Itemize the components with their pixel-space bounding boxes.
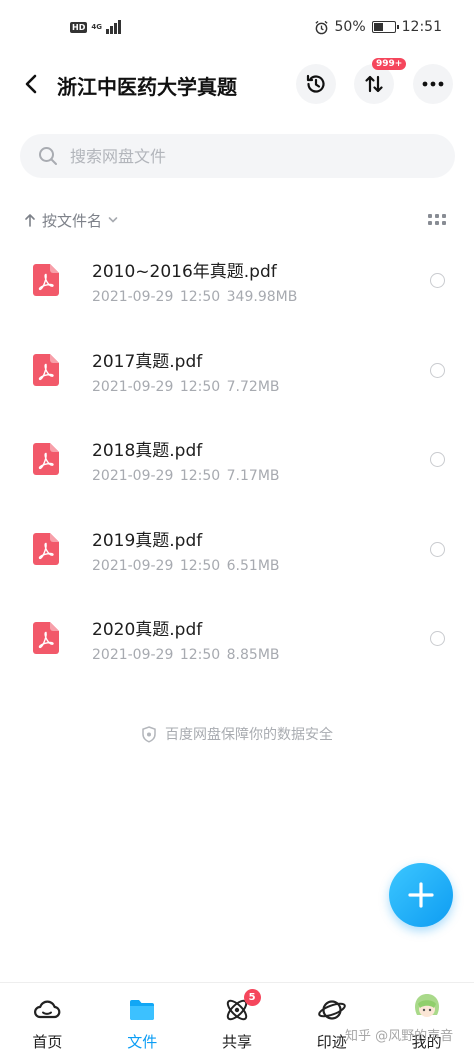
file-size: 349.98MB: [226, 289, 298, 305]
signal-icon: [105, 20, 121, 34]
file-date: 2021-09-29: [92, 647, 174, 663]
share-badge: 5: [243, 989, 261, 1006]
select-checkbox[interactable]: [430, 452, 445, 467]
file-size: 6.51MB: [226, 557, 280, 574]
transfer-count-badge: 999+: [372, 58, 407, 70]
sort-bar: 按文件名: [24, 206, 450, 234]
file-time: 12:50: [179, 468, 221, 484]
file-time: 12:50: [179, 378, 221, 395]
pdf-file-icon: [33, 264, 59, 296]
file-row[interactable]: 2010~2016年真题.pdf 2021-09-29 12:50 349.98…: [0, 240, 474, 330]
select-checkbox[interactable]: [430, 541, 445, 557]
status-bar: HD 4G 50% 12:51: [0, 0, 474, 58]
file-row[interactable]: 2020真题.pdf 2021-09-29 12:50 8.85MB: [0, 598, 474, 688]
select-checkbox[interactable]: [430, 273, 445, 288]
search-bar[interactable]: [20, 134, 455, 178]
more-button[interactable]: [413, 64, 453, 104]
avatar: [414, 994, 439, 1017]
file-row[interactable]: 2017真题.pdf 2021-09-29 12:50 7.72MB: [0, 330, 474, 420]
nav-label: 文件: [127, 1033, 158, 1051]
planet-icon: [318, 1000, 346, 1020]
file-name: 2017真题.pdf: [92, 351, 203, 372]
status-right: 50% 12:51: [314, 19, 442, 35]
file-meta: 2021-09-29 12:50 8.85MB: [92, 647, 280, 663]
watermark: 知乎 @风野的声音: [345, 1029, 454, 1044]
safety-note: 百度网盘保障你的数据安全: [0, 724, 474, 744]
history-icon: [306, 74, 325, 93]
nav-label: 共享: [221, 1033, 252, 1051]
app-header: 浙江中医药大学真题 999+: [0, 58, 474, 108]
nav-home[interactable]: 首页: [0, 983, 95, 1053]
sort-label: 按文件名: [42, 211, 103, 230]
add-button[interactable]: [389, 863, 453, 927]
file-name: 2010~2016年真题.pdf: [92, 262, 277, 282]
file-date: 2021-09-29: [92, 289, 174, 305]
file-row[interactable]: 2019真题.pdf 2021-09-29 12:50 6.51MB: [0, 509, 474, 599]
file-time: 12:50: [179, 289, 221, 305]
file-date: 2021-09-29: [92, 557, 174, 574]
transfer-icon: [365, 75, 383, 93]
battery-icon: [371, 21, 399, 33]
file-date: 2021-09-29: [92, 378, 174, 395]
nav-files[interactable]: 文件: [95, 983, 190, 1053]
select-checkbox[interactable]: [430, 631, 445, 646]
file-row[interactable]: 2018真题.pdf 2021-09-29 12:50 7.17MB: [0, 419, 474, 509]
network-type: 4G: [91, 22, 102, 31]
pdf-file-icon: [33, 622, 59, 654]
sort-button[interactable]: 按文件名: [24, 210, 118, 231]
file-name: 2020真题.pdf: [92, 620, 203, 640]
file-meta: 2021-09-29 12:50 7.72MB: [92, 379, 280, 395]
nav-label: 首页: [32, 1033, 63, 1051]
file-time: 12:50: [179, 647, 221, 663]
file-meta: 2021-09-29 12:50 349.98MB: [92, 289, 297, 305]
plus-icon: [408, 882, 434, 908]
file-size: 7.17MB: [226, 468, 280, 484]
clock: 12:51: [401, 19, 442, 35]
select-checkbox[interactable]: [430, 362, 445, 378]
chevron-left-icon: [25, 74, 37, 94]
transfer-button[interactable]: 999+: [354, 58, 407, 104]
page-title: 浙江中医药大学真题: [57, 75, 237, 99]
file-list: 2010~2016年真题.pdf 2021-09-29 12:50 349.98…: [0, 240, 474, 688]
home-cloud-icon: [34, 1000, 61, 1019]
pdf-file-icon: [33, 443, 59, 475]
file-name: 2018真题.pdf: [92, 441, 203, 461]
search-input[interactable]: [70, 146, 410, 166]
more-dots-icon: [422, 81, 444, 87]
pdf-file-icon: [33, 532, 59, 565]
pdf-file-icon: [33, 353, 59, 386]
arrow-up-icon: [25, 214, 35, 227]
nav-share[interactable]: 5 共享: [190, 983, 285, 1053]
file-date: 2021-09-29: [92, 468, 174, 484]
alarm-icon: [314, 20, 328, 34]
grid-view-icon[interactable]: [428, 214, 446, 226]
folder-icon: [130, 1000, 155, 1020]
history-button[interactable]: [296, 64, 336, 104]
battery-percent: 50%: [334, 19, 366, 35]
file-meta: 2021-09-29 12:50 6.51MB: [92, 558, 280, 574]
file-meta: 2021-09-29 12:50 7.17MB: [92, 468, 280, 484]
file-time: 12:50: [179, 557, 221, 574]
safety-text: 百度网盘保障你的数据安全: [165, 727, 333, 743]
status-left: HD 4G: [70, 20, 121, 34]
file-size: 8.85MB: [226, 647, 280, 663]
hd-indicator: HD: [70, 21, 88, 33]
search-icon: [39, 147, 57, 165]
shield-icon: [142, 725, 156, 743]
file-name: 2019真题.pdf: [92, 530, 203, 551]
file-size: 7.72MB: [226, 378, 280, 395]
chevron-down-icon: [108, 217, 118, 223]
back-button[interactable]: [18, 70, 46, 98]
